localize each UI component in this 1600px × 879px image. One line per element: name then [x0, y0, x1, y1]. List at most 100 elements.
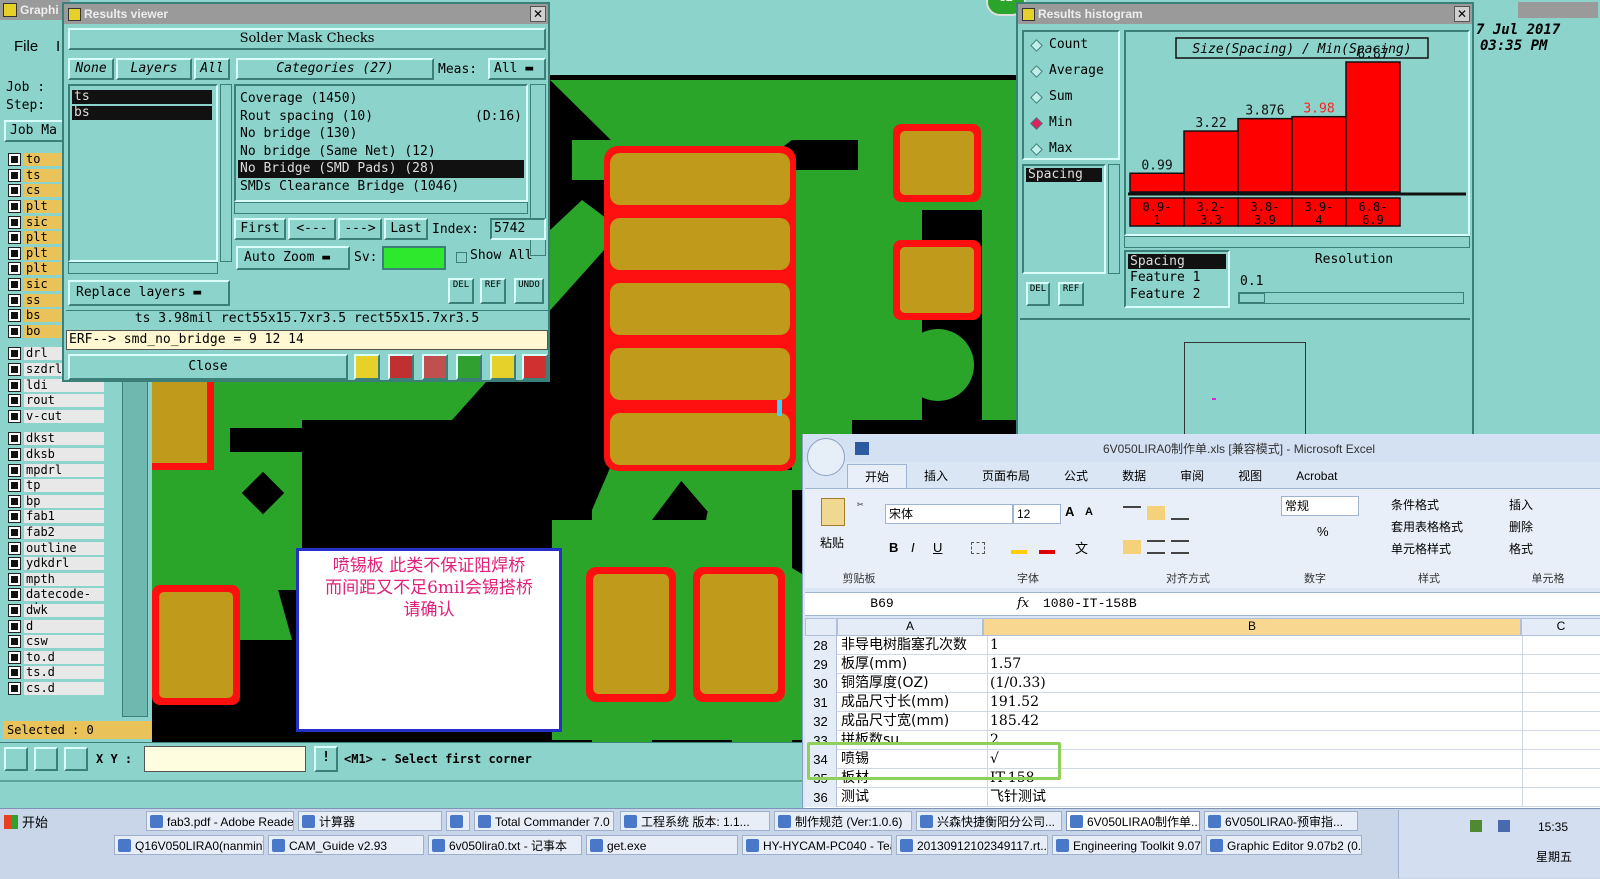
taskbar-item[interactable]: 20130912102349117.rt...: [896, 835, 1048, 855]
category-item[interactable]: Rout spacing (10) (D:16): [238, 108, 524, 126]
auto-zoom-button[interactable]: Auto Zoom ▬: [236, 246, 350, 270]
layer-row[interactable]: tp: [3, 478, 121, 494]
number-format-box[interactable]: 常规: [1281, 496, 1359, 516]
hist-del-button[interactable]: DEL: [1026, 282, 1050, 306]
layer-checkbox[interactable]: [8, 309, 21, 323]
ribbon-tab[interactable]: 插入: [907, 464, 965, 488]
sheet-row[interactable]: 28 非导电树脂塞孔次数 1: [805, 636, 1600, 655]
histogram-option[interactable]: Count: [1024, 32, 1118, 58]
grid-icon[interactable]: [64, 747, 88, 771]
table-format-button[interactable]: 套用表格格式: [1391, 518, 1463, 535]
layer-row[interactable]: cs.d: [3, 681, 121, 697]
cell-b[interactable]: 飞针测试: [987, 788, 1523, 807]
taskbar-item[interactable]: get.exe: [586, 835, 738, 855]
layer-checkbox[interactable]: [8, 363, 21, 377]
tool-icon-1[interactable]: [4, 747, 28, 771]
hist-ref-button[interactable]: REF: [1058, 282, 1084, 306]
layer-checkbox[interactable]: [8, 572, 21, 586]
show-all-checkbox[interactable]: [456, 252, 467, 263]
next-button[interactable]: --->: [338, 218, 382, 240]
taskbar-item[interactable]: CAM_Guide v2.93: [268, 835, 424, 855]
align-center-icon[interactable]: [1147, 540, 1165, 554]
layers-button[interactable]: Layers: [116, 58, 192, 80]
layer-name[interactable]: tp: [24, 479, 104, 493]
taskbar-item[interactable]: fab3.pdf - Adobe Reader: [146, 811, 294, 831]
layer-row[interactable]: bp: [3, 494, 121, 510]
volume-icon[interactable]: [1498, 820, 1510, 832]
layer-name[interactable]: mpth: [24, 572, 104, 586]
sheet-row[interactable]: 32 成品尺寸宽(mm) 185.42: [805, 712, 1600, 731]
row-number[interactable]: 29: [805, 655, 837, 674]
layer-checkbox[interactable]: [8, 682, 21, 696]
network-icon[interactable]: [1470, 820, 1482, 832]
taskbar-item[interactable]: [446, 811, 470, 831]
layer-row[interactable]: csw: [3, 634, 121, 650]
job-manager-button[interactable]: Job Ma: [4, 120, 66, 142]
sheet-row[interactable]: 31 成品尺寸长(mm) 191.52: [805, 693, 1600, 712]
layer-row[interactable]: ts.d: [3, 665, 121, 681]
layer-name[interactable]: to.d: [24, 650, 104, 664]
layer-checkbox[interactable]: [8, 378, 21, 392]
layer-checkbox[interactable]: [8, 293, 21, 307]
layer-name[interactable]: fab1: [24, 510, 104, 524]
taskbar-item[interactable]: 计算器: [298, 811, 442, 831]
layer-name[interactable]: mpdrl: [24, 463, 104, 477]
category-item[interactable]: No Bridge (SMD Pads) (28): [238, 160, 524, 178]
ribbon-tab[interactable]: 视图: [1221, 464, 1279, 488]
menu-item-2[interactable]: I: [56, 38, 60, 55]
layer-row[interactable]: dksb: [3, 447, 121, 463]
taskbar-item[interactable]: 6V050LIRA0-预审指...: [1204, 811, 1358, 831]
tool-icon-b[interactable]: [388, 354, 414, 380]
cell-a[interactable]: 非导电树脂塞孔次数: [841, 636, 985, 655]
layer-name[interactable]: ts.d: [24, 666, 104, 680]
layer-checkbox[interactable]: [8, 526, 21, 540]
layers-all-button[interactable]: All: [194, 58, 230, 80]
layer-list-scrollbar-h[interactable]: [68, 262, 218, 274]
layer-checkbox[interactable]: [8, 494, 21, 508]
del-button[interactable]: DEL: [448, 278, 474, 304]
undo-button[interactable]: UNDO: [514, 278, 544, 304]
layer-name[interactable]: rout: [24, 394, 104, 408]
layer-checkbox[interactable]: [8, 153, 21, 167]
layer-row[interactable]: mpth: [3, 572, 121, 588]
layer-row[interactable]: mpdrl: [3, 462, 121, 478]
layer-name[interactable]: bp: [24, 494, 104, 508]
layer-checkbox[interactable]: [8, 168, 21, 182]
layer-name[interactable]: outline: [24, 541, 104, 555]
office-button[interactable]: [807, 438, 845, 476]
layer-checkbox[interactable]: [8, 541, 21, 555]
tool-icon-e[interactable]: [490, 354, 516, 380]
cell-style-button[interactable]: 单元格样式: [1391, 540, 1451, 557]
layer-row[interactable]: rout: [3, 393, 121, 409]
histogram-titlebar[interactable]: Results histogram: [1018, 4, 1472, 24]
layer-row[interactable]: d: [3, 618, 121, 634]
tool-icon-a[interactable]: [354, 354, 380, 380]
xy-input[interactable]: [144, 746, 306, 772]
histogram-option[interactable]: Average: [1024, 58, 1118, 84]
tool-icon-c[interactable]: [422, 354, 448, 380]
layer-name[interactable]: cs.d: [24, 682, 104, 696]
sheet-row[interactable]: 30 铜箔厚度(OZ) (1/0.33): [805, 674, 1600, 693]
layer-name[interactable]: fab2: [24, 526, 104, 540]
layer-checkbox[interactable]: [8, 557, 21, 571]
histogram-icon[interactable]: [522, 354, 548, 380]
formula-input[interactable]: 1080-IT-158B: [1043, 596, 1137, 611]
quick-save-icon[interactable]: [855, 442, 869, 455]
layer-checkbox[interactable]: [8, 650, 21, 664]
border-icon[interactable]: [971, 542, 985, 554]
cell-a[interactable]: 铜箔厚度(OZ): [841, 674, 985, 693]
layer-checkbox[interactable]: [8, 184, 21, 198]
tool-icon-d[interactable]: [456, 354, 482, 380]
layer-checkbox[interactable]: [8, 394, 21, 408]
sheet-row[interactable]: 36 测试 飞针测试: [805, 788, 1600, 807]
layer-name[interactable]: datecode-pt: [24, 588, 104, 614]
results-layer-bs[interactable]: bs: [72, 106, 212, 120]
align-right-icon[interactable]: [1171, 540, 1189, 554]
italic-icon[interactable]: I: [911, 540, 915, 555]
column-header-corner[interactable]: [805, 618, 837, 636]
layer-row[interactable]: fab1: [3, 509, 121, 525]
layer-checkbox[interactable]: [8, 347, 21, 361]
category-item[interactable]: No bridge (130): [238, 125, 524, 143]
layer-checkbox[interactable]: [8, 448, 21, 462]
row-number[interactable]: 31: [805, 693, 837, 712]
